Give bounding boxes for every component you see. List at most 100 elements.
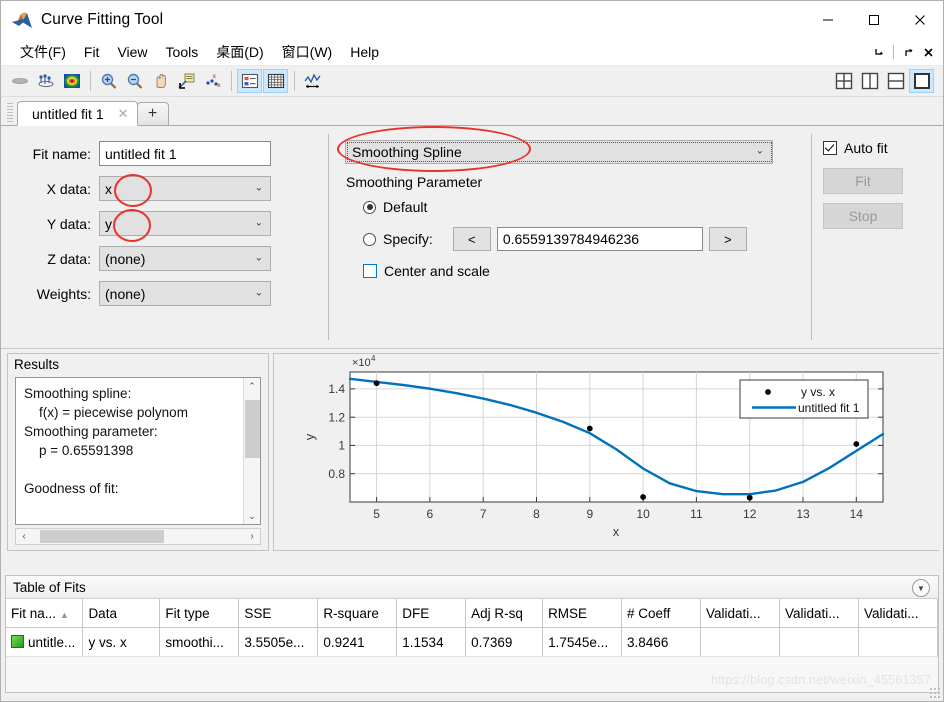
column-header-r-square[interactable]: R-square <box>317 599 398 628</box>
svg-text:4: 4 <box>371 354 376 363</box>
y-data-value: y <box>105 215 112 232</box>
fit-name-input[interactable]: untitled fit 1 <box>99 141 271 166</box>
cell-sse: 3.5505e... <box>238 627 319 657</box>
maximize-button[interactable] <box>851 1 897 39</box>
svg-text:x: x <box>613 524 620 539</box>
fit-color-swatch <box>11 634 24 648</box>
tab-untitled-fit-1[interactable]: untitled fit 1 ✕ <box>17 101 138 126</box>
legend-toggle-button[interactable] <box>237 69 262 93</box>
data-cursor-button[interactable] <box>174 69 199 93</box>
y-data-row: Y data: y ⌄ <box>1 209 311 242</box>
layout-four-panes-button[interactable] <box>831 69 856 93</box>
results-vertical-scrollbar[interactable]: ⌃ ⌄ <box>243 378 260 524</box>
minimize-button[interactable] <box>805 1 851 39</box>
menu-help[interactable]: Help <box>341 42 388 62</box>
layout-two-rows-button[interactable] <box>883 69 908 93</box>
undock-arrow-icon[interactable] <box>899 42 917 62</box>
column-header-validation-2[interactable]: Validati... <box>779 599 859 628</box>
fit-type-value: Smoothing Spline <box>347 142 772 162</box>
exclude-outliers-button[interactable]: x x <box>200 69 225 93</box>
scroll-right-icon[interactable]: › <box>244 531 260 542</box>
column-header-dfe[interactable]: DFE <box>396 599 467 628</box>
menu-file[interactable]: 文件(F) <box>11 40 75 64</box>
chevron-down-icon[interactable]: ▼ <box>912 579 930 597</box>
increase-parameter-button[interactable]: > <box>708 227 747 251</box>
z-data-select[interactable]: (none) ⌄ <box>99 246 271 271</box>
fit-type-select[interactable]: Smoothing Spline ⌄ <box>345 140 773 164</box>
close-button[interactable] <box>897 1 943 39</box>
pan-button[interactable] <box>148 69 173 93</box>
results-and-plot-row: Results Smoothing spline: f(x) = piecewi… <box>1 348 943 557</box>
specify-radio-label: Specify: <box>383 231 433 247</box>
zoom-out-button[interactable] <box>122 69 147 93</box>
smoothing-parameter-input[interactable]: 0.6559139784946236 <box>496 227 703 251</box>
layout-two-columns-button[interactable] <box>857 69 882 93</box>
column-header-sse[interactable]: SSE <box>238 599 319 628</box>
dock-arrow-icon[interactable] <box>870 42 888 62</box>
scroll-down-icon[interactable]: ⌄ <box>244 508 260 524</box>
layout-single-pane-button[interactable] <box>909 69 934 93</box>
zoom-in-button[interactable] <box>96 69 121 93</box>
results-textbox[interactable]: Smoothing spline: f(x) = piecewise polyn… <box>15 377 261 525</box>
matlab-icon <box>11 10 33 30</box>
cell-num-coeff: 3.8466 <box>621 627 701 657</box>
contour-plot-button[interactable] <box>59 69 84 93</box>
center-and-scale-checkbox[interactable] <box>363 264 377 278</box>
column-header-data[interactable]: Data <box>82 599 161 628</box>
window-resize-grip[interactable] <box>929 687 941 699</box>
cell-dfe: 1.1534 <box>396 627 467 657</box>
column-header-fit-name[interactable]: Fit na... ▲ <box>6 599 84 628</box>
auto-fit-checkbox[interactable] <box>823 141 837 155</box>
scroll-left-icon[interactable]: ‹ <box>16 531 32 542</box>
default-radio[interactable] <box>363 200 376 214</box>
cell-validation-2 <box>779 627 859 657</box>
menu-view[interactable]: View <box>108 42 156 62</box>
weights-label: Weights: <box>36 285 91 302</box>
menu-window[interactable]: 窗口(W) <box>273 40 342 64</box>
specify-radio[interactable] <box>363 232 376 246</box>
x-data-select[interactable]: x ⌄ <box>99 176 271 201</box>
editor-separator-left <box>328 134 329 340</box>
column-header-adj-r-sq[interactable]: Adj R-sq <box>465 599 544 628</box>
weights-value: (none) <box>105 285 146 302</box>
menu-fit[interactable]: Fit <box>75 42 109 62</box>
column-header-rmse[interactable]: RMSE <box>542 599 623 628</box>
axis-limits-button[interactable] <box>300 69 325 93</box>
fits-table[interactable]: Fit na... ▲ Data Fit type SSE R-square DF… <box>6 599 939 657</box>
z-data-value: (none) <box>105 250 146 267</box>
menu-tools[interactable]: Tools <box>157 42 208 62</box>
center-and-scale-row: Center and scale <box>363 260 803 282</box>
column-header-validation-3[interactable]: Validati... <box>858 599 939 628</box>
fit-plot-panel[interactable]: ×10 4 0.8 1 1.2 1.4 5 6 7 8 9 10 11 12 13 14 <box>273 353 940 551</box>
fit-button[interactable]: Fit <box>823 168 903 194</box>
horizontal-scroll-thumb[interactable] <box>40 530 164 543</box>
scroll-up-icon[interactable]: ⌃ <box>244 378 260 394</box>
menu-desktop[interactable]: 桌面(D) <box>207 40 272 64</box>
weights-select[interactable]: (none) ⌄ <box>99 281 271 306</box>
column-header-num-coeff[interactable]: # Coeff <box>621 599 701 628</box>
svg-text:y: y <box>302 433 317 440</box>
default-radio-row[interactable]: Default <box>363 196 803 218</box>
table-of-fits-title: Table of Fits <box>13 579 86 595</box>
results-horizontal-scrollbar[interactable]: ‹ › <box>15 528 261 545</box>
column-header-validation-1[interactable]: Validati... <box>700 599 780 628</box>
stop-button[interactable]: Stop <box>823 203 903 229</box>
tab-close-icon[interactable]: ✕ <box>118 106 129 122</box>
residuals-plot-button[interactable] <box>33 69 58 93</box>
grid-toggle-button[interactable] <box>263 69 288 93</box>
panel-close-icon[interactable] <box>919 42 937 62</box>
vertical-scroll-thumb[interactable] <box>245 400 260 458</box>
table-header-row: Fit na... ▲ Data Fit type SSE R-square DF… <box>6 599 939 628</box>
svg-text:8: 8 <box>533 507 540 521</box>
svg-text:14: 14 <box>850 507 864 521</box>
title-bar: Curve Fitting Tool <box>1 1 943 39</box>
fit-plot[interactable]: ×10 4 0.8 1 1.2 1.4 5 6 7 8 9 10 11 12 13 14 <box>274 354 940 550</box>
cell-fit-name: untitle... <box>6 627 84 657</box>
tab-strip-grip[interactable] <box>7 103 13 123</box>
table-row[interactable]: untitle... y vs. x smoothi... 3.5505e...… <box>6 627 939 657</box>
y-data-select[interactable]: y ⌄ <box>99 211 271 236</box>
surface-plot-button[interactable] <box>7 69 32 93</box>
add-fit-tab-button[interactable]: + <box>136 102 169 125</box>
decrease-parameter-button[interactable]: < <box>452 227 491 251</box>
column-header-fit-type[interactable]: Fit type <box>159 599 240 628</box>
